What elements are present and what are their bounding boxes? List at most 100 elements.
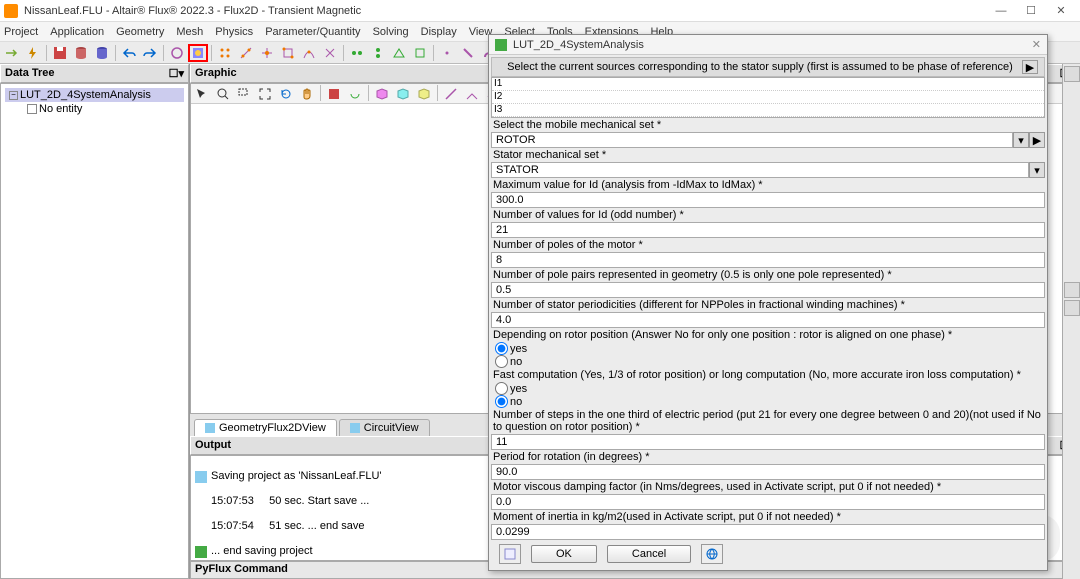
tool-v1-icon[interactable] (347, 44, 367, 62)
tool-sp2-icon[interactable] (236, 44, 256, 62)
tab-circuit-view[interactable]: CircuitView (339, 419, 430, 436)
tool-sp6-icon[interactable] (320, 44, 340, 62)
label-stator-set: Stator mechanical set * (491, 148, 1045, 162)
dropdown-icon[interactable]: ▾ (1029, 162, 1045, 178)
tab-icon (350, 423, 360, 433)
tree-child-label: No entity (39, 103, 82, 115)
dialog-close-icon[interactable]: ✕ (1032, 38, 1041, 51)
gv-zoom-icon[interactable] (213, 85, 233, 103)
tool-sp3-icon[interactable] (257, 44, 277, 62)
tool-arrow-icon[interactable] (2, 44, 22, 62)
tool-redo-icon[interactable] (140, 44, 160, 62)
cancel-button[interactable]: Cancel (607, 545, 691, 563)
window-title: NissanLeaf.FLU - Altair® Flux® 2022.3 - … (24, 5, 986, 17)
input-periodicities[interactable] (491, 312, 1045, 328)
dialog-globe-icon[interactable] (701, 544, 723, 564)
input-poles[interactable] (491, 252, 1045, 268)
label-damping: Motor viscous damping factor (in Nms/deg… (491, 480, 1045, 494)
input-steps[interactable] (491, 434, 1045, 450)
gv-save-icon[interactable] (324, 85, 344, 103)
menu-project[interactable]: Project (4, 26, 38, 38)
tool-m2-icon[interactable] (458, 44, 478, 62)
input-mobile-set[interactable] (491, 132, 1013, 148)
tool-sp5-icon[interactable] (299, 44, 319, 62)
minimize-button[interactable]: — (986, 2, 1016, 20)
gv-hand-icon[interactable] (297, 85, 317, 103)
input-stator-set[interactable] (491, 162, 1029, 178)
gv-line-icon[interactable] (441, 85, 461, 103)
label-idmax: Maximum value for Id (analysis from -IdM… (491, 178, 1045, 192)
tool-m1-icon[interactable] (437, 44, 457, 62)
ok-button[interactable]: OK (531, 545, 597, 563)
rb-icon[interactable] (1064, 300, 1080, 316)
label-rotation-period: Period for rotation (in degrees) * (491, 450, 1045, 464)
tool-purple1-icon[interactable] (167, 44, 187, 62)
menu-geometry[interactable]: Geometry (116, 26, 164, 38)
tool-undo-icon[interactable] (119, 44, 139, 62)
menu-application[interactable]: Application (50, 26, 104, 38)
tool-highlighted-macro-icon[interactable] (188, 44, 208, 62)
radio-fast-no[interactable] (495, 395, 508, 408)
input-rotation-period[interactable] (491, 464, 1045, 480)
list-item[interactable]: I1 (492, 78, 1044, 91)
radio-depends-no[interactable] (495, 355, 508, 368)
list-item[interactable]: I3 (492, 104, 1044, 117)
tool-v3-icon[interactable] (389, 44, 409, 62)
current-source-list[interactable]: I1 I2 I3 (491, 77, 1045, 118)
menu-paramquantity[interactable]: Parameter/Quantity (265, 26, 360, 38)
tool-v2-icon[interactable] (368, 44, 388, 62)
gv-box3-icon[interactable] (414, 85, 434, 103)
tool-lightning-icon[interactable] (23, 44, 43, 62)
panel-dropdown-icon[interactable]: ☐▾ (169, 67, 184, 80)
titlebar: NissanLeaf.FLU - Altair® Flux® 2022.3 - … (0, 0, 1080, 22)
tool-save-icon[interactable] (50, 44, 70, 62)
gv-box1-icon[interactable] (372, 85, 392, 103)
maximize-button[interactable]: ☐ (1016, 2, 1046, 20)
gv-cursor-icon[interactable] (192, 85, 212, 103)
dialog-icon (495, 39, 507, 51)
gv-rotate-icon[interactable] (276, 85, 296, 103)
list-item[interactable]: I2 (492, 91, 1044, 104)
tree-root-label: LUT_2D_4SystemAnalysis (20, 89, 151, 101)
tree-child-item[interactable]: No entity (5, 102, 184, 116)
tool-db1-icon[interactable] (71, 44, 91, 62)
dialog-prompt: Select the current sources corresponding… (491, 57, 1045, 77)
input-inertia[interactable] (491, 524, 1045, 540)
tool-v4-icon[interactable] (410, 44, 430, 62)
tree-root-item[interactable]: − LUT_2D_4SystemAnalysis (5, 88, 184, 102)
menu-physics[interactable]: Physics (215, 26, 253, 38)
input-nvalues[interactable] (491, 222, 1045, 238)
dialog-help-icon[interactable] (499, 544, 521, 564)
datatree-header: Data Tree ☐▾ (0, 64, 189, 83)
data-tree[interactable]: − LUT_2D_4SystemAnalysis No entity (0, 83, 189, 579)
input-polepairs[interactable] (491, 282, 1045, 298)
label-inertia: Moment of inertia in kg/m2(used in Activ… (491, 510, 1045, 524)
radio-depends-yes[interactable] (495, 342, 508, 355)
tool-db2-icon[interactable] (92, 44, 112, 62)
tool-sp4-icon[interactable] (278, 44, 298, 62)
close-button[interactable]: ✕ (1046, 2, 1076, 20)
menu-solving[interactable]: Solving (373, 26, 409, 38)
menu-display[interactable]: Display (421, 26, 457, 38)
log-save-icon (195, 471, 207, 483)
label-periodicities: Number of stator periodicities (differen… (491, 298, 1045, 312)
input-damping[interactable] (491, 494, 1045, 510)
input-idmax[interactable] (491, 192, 1045, 208)
gv-fit-icon[interactable] (255, 85, 275, 103)
gv-box2-icon[interactable] (393, 85, 413, 103)
gv-refresh-icon[interactable] (345, 85, 365, 103)
tab-geometry-view[interactable]: GeometryFlux2DView (194, 419, 337, 436)
prompt-go-icon[interactable]: ▶ (1022, 60, 1038, 74)
menu-mesh[interactable]: Mesh (176, 26, 203, 38)
radio-fast-yes[interactable] (495, 382, 508, 395)
tool-sp1-icon[interactable] (215, 44, 235, 62)
label-nvalues: Number of values for Id (odd number) * (491, 208, 1045, 222)
rb-icon[interactable] (1064, 66, 1080, 82)
log-ok-icon (195, 546, 207, 558)
go-icon[interactable]: ▶ (1029, 132, 1045, 148)
rb-icon[interactable] (1064, 282, 1080, 298)
tree-expander-icon[interactable]: − (9, 91, 18, 100)
gv-arc-icon[interactable] (462, 85, 482, 103)
dropdown-icon[interactable]: ▾ (1013, 132, 1029, 148)
gv-zoomwin-icon[interactable] (234, 85, 254, 103)
